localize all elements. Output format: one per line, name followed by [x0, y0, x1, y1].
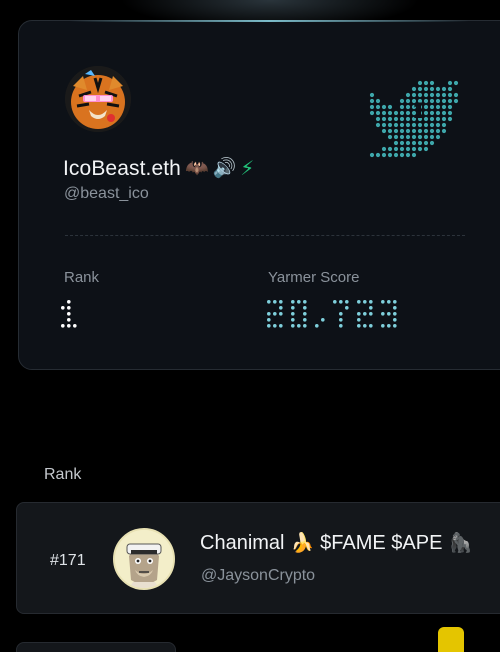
row-rank-number: #171	[50, 552, 86, 569]
row-tags: $FAME $APE	[320, 532, 443, 554]
next-leaderboard-row[interactable]	[16, 642, 176, 652]
rank-label: Rank	[64, 269, 100, 286]
twitter-rank-number: 1	[413, 98, 425, 123]
page: 1 IcoBeast.eth 🦇 🔊 ⚡ @beast_ico Rank Yar…	[0, 0, 500, 652]
score-value	[267, 300, 397, 328]
ape-avatar-icon[interactable]	[113, 528, 175, 590]
leaderboard-row[interactable]: #171 Chanimal 🍌 $FAME $APE 🦍 @JaysonCryp…	[16, 502, 500, 614]
rank-section-heading: Rank	[44, 466, 82, 483]
profile-name-text: IcoBeast.eth	[63, 156, 181, 180]
speaker-icon: 🔊	[212, 157, 237, 179]
gorilla-icon: 🦍	[448, 532, 473, 554]
tiger-avatar-icon[interactable]	[65, 66, 131, 132]
row-name-text: Chanimal	[200, 532, 285, 554]
profile-card[interactable]: 1 IcoBeast.eth 🦇 🔊 ⚡ @beast_ico Rank Yar…	[18, 20, 500, 370]
row-handle[interactable]: @JaysonCrypto	[201, 567, 315, 585]
profile-handle[interactable]: @beast_ico	[64, 185, 149, 203]
score-label: Yarmer Score	[268, 269, 360, 286]
profile-name: IcoBeast.eth 🦇 🔊 ⚡	[63, 156, 254, 181]
bat-icon: 🦇	[184, 157, 209, 179]
lightning-icon: ⚡	[240, 158, 255, 180]
divider	[65, 235, 465, 236]
card-accent-line	[69, 20, 469, 22]
next-avatar-hint	[438, 627, 464, 652]
rank-value	[61, 300, 77, 328]
banana-icon: 🍌	[290, 532, 315, 554]
row-name: Chanimal 🍌 $FAME $APE 🦍	[200, 532, 472, 555]
twitter-bird-icon: 1	[369, 74, 461, 164]
